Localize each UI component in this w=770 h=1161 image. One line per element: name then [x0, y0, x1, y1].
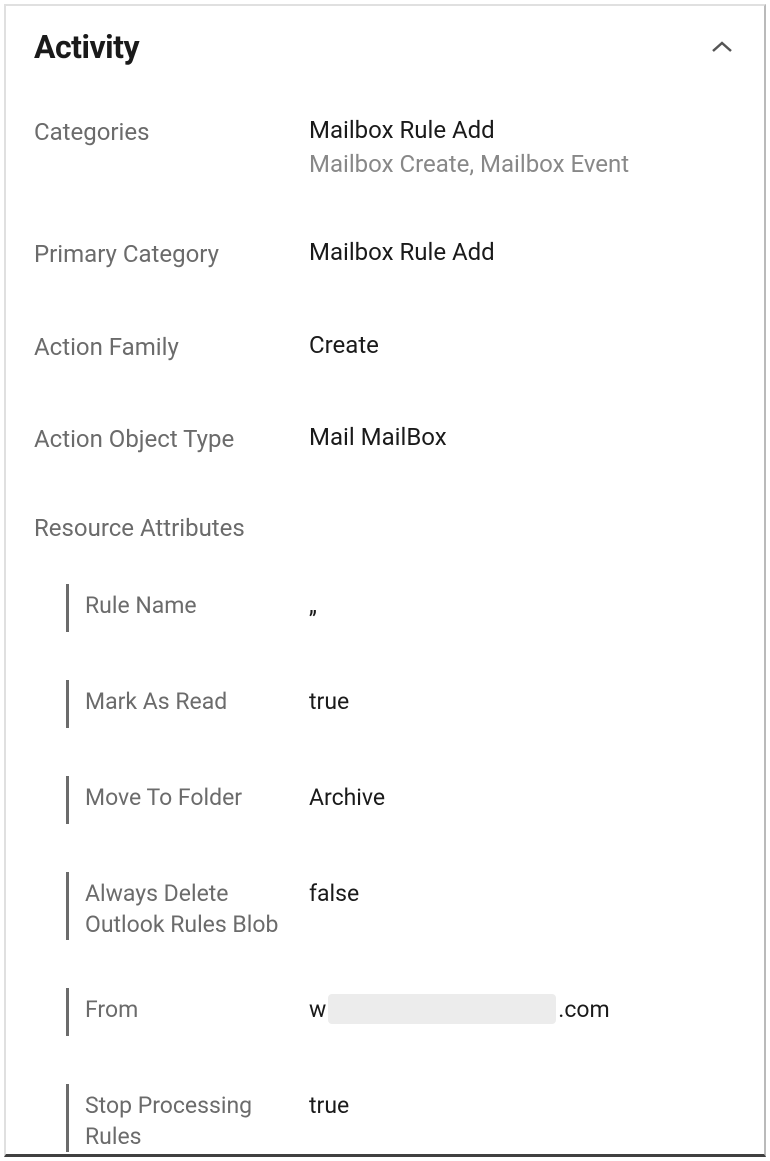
- indent-bar: [66, 680, 69, 728]
- field-value: Mailbox Rule Add: [309, 114, 629, 146]
- indent-bar: [66, 1084, 69, 1152]
- field-value: Mailbox Rule Add: [309, 236, 495, 268]
- attr-label: Mark As Read: [85, 680, 309, 717]
- field-label: Primary Category: [34, 236, 309, 270]
- attr-value: true: [309, 1084, 349, 1121]
- attr-label: From: [85, 988, 309, 1025]
- field-label: Action Object Type: [34, 421, 309, 455]
- attr-value: false: [309, 872, 359, 909]
- attr-value: Archive: [309, 776, 385, 813]
- attr-rule-name: Rule Name „: [34, 584, 736, 632]
- indent-bar: [66, 872, 69, 940]
- attr-value: w .com: [309, 988, 610, 1025]
- resource-attributes-label: Resource Attributes: [34, 514, 736, 542]
- attr-label: Rule Name: [85, 584, 309, 621]
- attr-value: „: [309, 584, 317, 621]
- field-primary-category: Primary Category Mailbox Rule Add: [34, 236, 736, 270]
- collapse-toggle[interactable]: [708, 33, 736, 61]
- redacted-block: [328, 994, 556, 1024]
- from-prefix: w: [309, 994, 326, 1025]
- activity-panel: Activity Categories Mailbox Rule Add Mai…: [4, 4, 766, 1157]
- field-action-object-type: Action Object Type Mail MailBox: [34, 421, 736, 455]
- panel-title: Activity: [34, 28, 139, 66]
- indent-bar: [66, 988, 69, 1036]
- field-value: Create: [309, 329, 379, 361]
- attr-from: From w .com: [34, 988, 736, 1036]
- attr-label: Stop Processing Rules: [85, 1084, 309, 1152]
- attr-stop-processing-rules: Stop Processing Rules true: [34, 1084, 736, 1152]
- attr-label: Move To Folder: [85, 776, 309, 813]
- field-value-wrap: Mailbox Rule Add Mailbox Create, Mailbox…: [309, 114, 629, 178]
- indent-bar: [66, 776, 69, 824]
- attr-value: true: [309, 680, 349, 717]
- chevron-up-icon: [711, 40, 733, 54]
- from-suffix: .com: [558, 994, 609, 1025]
- field-categories: Categories Mailbox Rule Add Mailbox Crea…: [34, 114, 736, 178]
- field-subvalue: Mailbox Create, Mailbox Event: [309, 150, 629, 178]
- attr-always-delete-outlook-rules-blob: Always Delete Outlook Rules Blob false: [34, 872, 736, 940]
- panel-header: Activity: [34, 28, 736, 66]
- field-value: Mail MailBox: [309, 421, 447, 453]
- attr-label: Always Delete Outlook Rules Blob: [85, 872, 309, 940]
- field-action-family: Action Family Create: [34, 329, 736, 363]
- indent-bar: [66, 584, 69, 632]
- field-label: Categories: [34, 114, 309, 148]
- attr-move-to-folder: Move To Folder Archive: [34, 776, 736, 824]
- field-label: Action Family: [34, 329, 309, 363]
- attr-mark-as-read: Mark As Read true: [34, 680, 736, 728]
